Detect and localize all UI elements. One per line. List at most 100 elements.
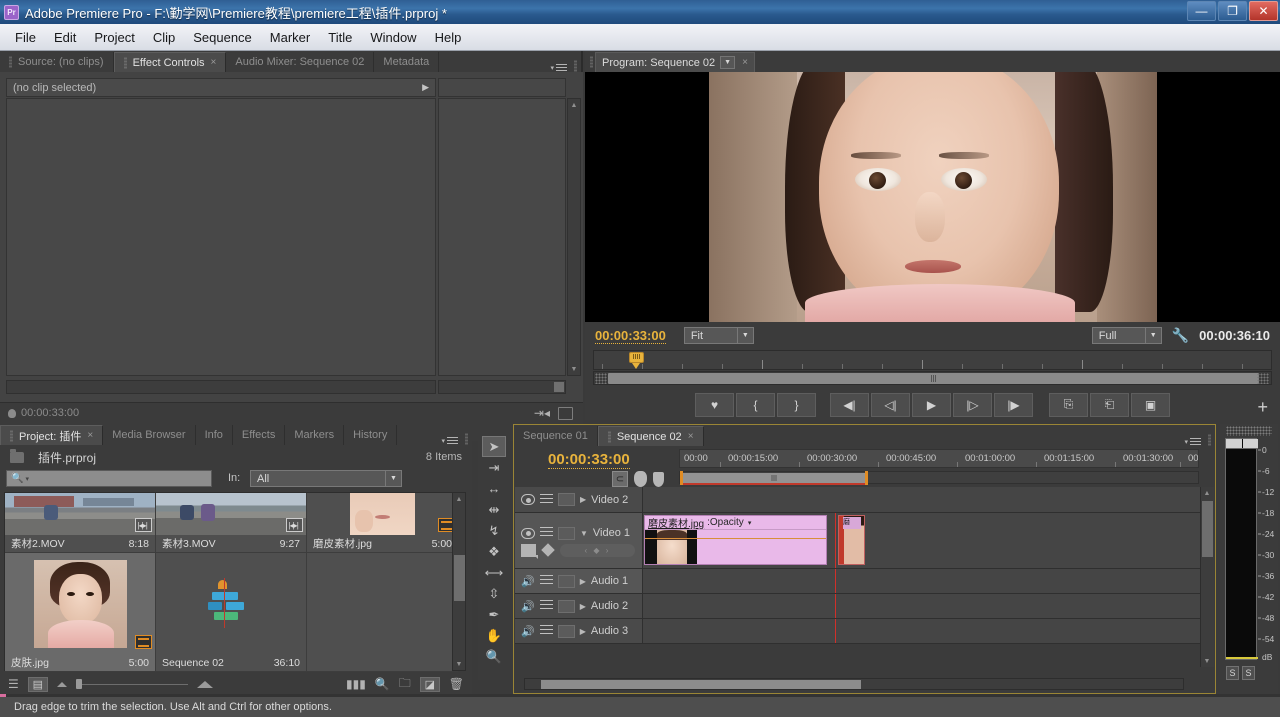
slider-knob[interactable] bbox=[75, 679, 82, 689]
timeline-zoom-scrollbar[interactable] bbox=[679, 471, 1199, 485]
track-toggle-box[interactable] bbox=[557, 624, 575, 638]
timeline-time-ruler[interactable]: 00:00 00:00:15:00 00:00:30:00 00:00:45:0… bbox=[679, 449, 1199, 468]
panel-menu-button[interactable]: ▾ bbox=[434, 437, 465, 445]
track-toggle-box[interactable] bbox=[558, 493, 575, 506]
scroll-up-icon[interactable]: ▲ bbox=[453, 493, 465, 505]
opacity-rubber-band[interactable] bbox=[645, 538, 826, 539]
program-time-ruler[interactable] bbox=[593, 350, 1272, 370]
close-icon[interactable]: × bbox=[211, 57, 217, 68]
solo-button-left[interactable]: S bbox=[1226, 666, 1239, 680]
lift-button[interactable]: ⎘ bbox=[1049, 392, 1088, 417]
track-toggle-box[interactable] bbox=[557, 574, 575, 588]
go-to-in-button[interactable]: ◀| bbox=[830, 392, 869, 417]
close-icon[interactable]: × bbox=[87, 430, 93, 441]
list-view-icon[interactable]: ☰ bbox=[8, 677, 19, 691]
razor-tool[interactable]: ❖ bbox=[482, 541, 506, 562]
scroll-up-icon[interactable]: ▲ bbox=[1201, 487, 1213, 499]
timeline-playhead[interactable] bbox=[835, 569, 836, 593]
play-stop-button[interactable]: ▶ bbox=[912, 392, 951, 417]
timeline-current-timecode[interactable]: 00:00:33:00 bbox=[548, 451, 630, 469]
timeline-zoom-thumb[interactable] bbox=[682, 473, 866, 483]
slide-tool[interactable]: ⇳ bbox=[482, 583, 506, 604]
delete-icon[interactable]: 🗑 bbox=[449, 677, 464, 691]
settings-wrench-icon[interactable]: 🔧 bbox=[1172, 327, 1189, 344]
chevron-right-icon[interactable]: ▶ bbox=[580, 495, 586, 504]
tab-program-sequence-02[interactable]: Program: Sequence 02 ▼ × bbox=[595, 52, 755, 72]
scroll-down-icon[interactable]: ▼ bbox=[568, 363, 580, 375]
track-toggle-box[interactable] bbox=[558, 526, 575, 540]
solo-button-right[interactable]: S bbox=[1242, 666, 1255, 680]
go-to-out-button[interactable]: |▶ bbox=[994, 392, 1033, 417]
find-icon[interactable]: 🔍 bbox=[375, 677, 390, 691]
zoom-level-dropdown[interactable]: Fit ▼ bbox=[683, 327, 754, 344]
toggle-track-lock-icon[interactable] bbox=[539, 625, 553, 637]
menu-edit[interactable]: Edit bbox=[45, 27, 85, 48]
maximize-button[interactable]: ❐ bbox=[1218, 1, 1247, 21]
export-frame-button[interactable]: ▣ bbox=[1131, 392, 1170, 417]
panel-menu-button[interactable]: ▾ bbox=[543, 64, 574, 72]
timeline-clip-pifu[interactable]: 磨 bbox=[838, 515, 865, 565]
toggle-track-lock-icon[interactable] bbox=[539, 575, 553, 587]
project-item-sucai3[interactable]: |◂|▸| 素材3.MOV 9:27 bbox=[156, 493, 307, 553]
meter-clip-indicators[interactable] bbox=[1226, 439, 1258, 449]
rolling-edit-tool[interactable]: ⇹ bbox=[482, 499, 506, 520]
track-audio-1[interactable]: 🔊 ▶ Audio 1 bbox=[515, 569, 1203, 594]
automate-to-sequence-icon[interactable]: ▮▮▮ bbox=[346, 677, 366, 691]
project-item-mopisucai[interactable]: 磨皮素材.jpg 5:00 bbox=[307, 493, 458, 553]
track-header[interactable]: ▼ Video 1 ‹ ◆ › bbox=[515, 513, 643, 568]
project-in-dropdown[interactable]: All ▼ bbox=[250, 470, 402, 487]
effect-controls-timecode[interactable]: 00:00:33:00 bbox=[21, 407, 79, 419]
close-icon[interactable]: × bbox=[688, 431, 694, 442]
menu-sequence[interactable]: Sequence bbox=[184, 27, 261, 48]
playback-quality-dropdown[interactable]: Full ▼ bbox=[1091, 327, 1162, 344]
chevron-right-icon[interactable]: ▶ bbox=[580, 602, 586, 611]
timeline-vscrollbar[interactable]: ▲ ▼ bbox=[1200, 487, 1214, 667]
tab-source[interactable]: Source: (no clips) bbox=[0, 52, 114, 72]
zoom-in-icon[interactable] bbox=[196, 680, 213, 688]
toggle-track-output-icon[interactable] bbox=[521, 494, 535, 505]
chevron-down-icon[interactable]: ▼ bbox=[580, 529, 588, 538]
project-item-sequence-02[interactable]: Sequence 02 36:10 bbox=[156, 553, 307, 672]
tab-audio-mixer[interactable]: Audio Mixer: Sequence 02 bbox=[226, 52, 375, 72]
track-video-2[interactable]: ▶ Video 2 bbox=[515, 487, 1203, 513]
timeline-playhead[interactable] bbox=[835, 594, 836, 618]
track-content-area[interactable]: 磨皮素材.jpg :Opacity ▾ 磨 bbox=[643, 513, 1203, 568]
panel-menu-button[interactable]: ▾ bbox=[1177, 438, 1208, 446]
add-marker-button[interactable]: ♥ bbox=[695, 392, 734, 417]
icon-view-icon[interactable]: ▤ bbox=[27, 676, 48, 692]
tab-info[interactable]: Info bbox=[195, 425, 233, 445]
step-forward-button[interactable]: |▷ bbox=[953, 392, 992, 417]
tab-effects[interactable]: Effects bbox=[232, 425, 286, 445]
track-header[interactable]: 🔊 ▶ Audio 1 bbox=[515, 569, 643, 593]
new-item-icon[interactable]: ◪ bbox=[419, 676, 440, 692]
tab-project[interactable]: Project: 插件 × bbox=[0, 425, 104, 445]
toggle-track-lock-icon[interactable] bbox=[539, 600, 553, 612]
chevron-down-icon[interactable]: ▾ bbox=[25, 475, 29, 483]
toggle-track-mute-icon[interactable]: 🔊 bbox=[521, 575, 535, 588]
program-zoom-scrollbar[interactable] bbox=[593, 371, 1272, 385]
track-content-area[interactable] bbox=[643, 619, 1203, 643]
menu-clip[interactable]: Clip bbox=[144, 27, 184, 48]
scroll-up-icon[interactable]: ▲ bbox=[568, 99, 580, 111]
keyframe-nav-control[interactable]: ‹ ◆ › bbox=[560, 543, 635, 557]
folder-icon[interactable] bbox=[558, 406, 573, 420]
toggle-track-mute-icon[interactable]: 🔊 bbox=[521, 600, 535, 613]
thumbnail-size-slider[interactable] bbox=[75, 678, 188, 690]
transition-icon[interactable]: ⇥◂ bbox=[534, 406, 550, 420]
slip-tool[interactable]: ⟷ bbox=[482, 562, 506, 583]
effect-controls-scroll-corner[interactable] bbox=[438, 380, 566, 394]
pen-tool[interactable]: ✒ bbox=[482, 604, 506, 625]
extract-button[interactable]: ⎗ bbox=[1090, 392, 1129, 417]
rate-stretch-tool[interactable]: ↯ bbox=[482, 520, 506, 541]
add-marker-icon[interactable] bbox=[634, 471, 647, 487]
close-button[interactable]: ✕ bbox=[1249, 1, 1278, 21]
timeline-hscrollbar[interactable] bbox=[524, 678, 1184, 690]
program-duration-timecode[interactable]: 00:00:36:10 bbox=[1199, 328, 1270, 343]
expand-arrow-icon[interactable]: ▶ bbox=[422, 82, 429, 93]
menu-help[interactable]: Help bbox=[426, 27, 471, 48]
track-header[interactable]: 🔊 ▶ Audio 2 bbox=[515, 594, 643, 618]
project-item-sucai2[interactable]: |◂|▸| 素材2.MOV 8:18 bbox=[5, 493, 156, 553]
tab-sequence-02[interactable]: Sequence 02 × bbox=[597, 426, 704, 446]
project-folder-icon[interactable] bbox=[10, 448, 24, 463]
timeline-playhead[interactable] bbox=[835, 513, 836, 568]
